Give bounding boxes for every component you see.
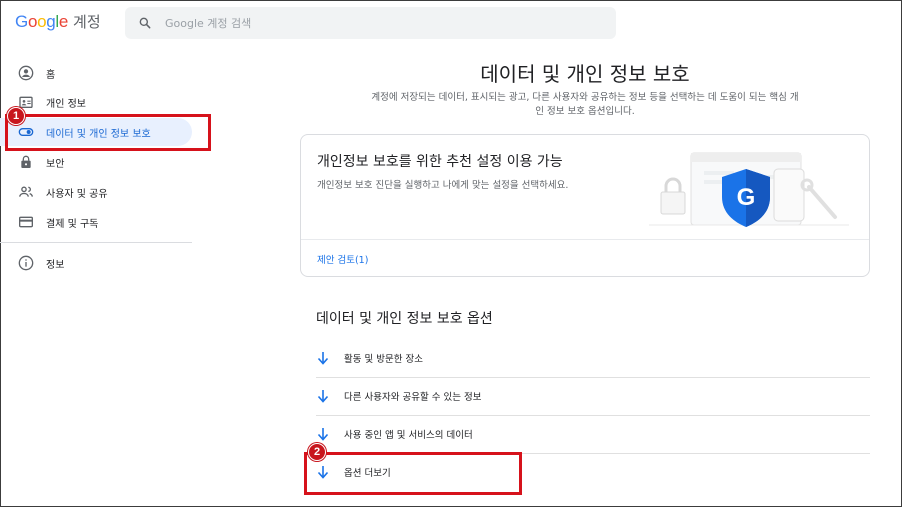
logo-letter: e bbox=[58, 12, 69, 31]
sidebar-item-people-sharing[interactable]: 사용자 및 공유 bbox=[0, 178, 192, 206]
option-label: 사용 중인 앱 및 서비스의 데이터 bbox=[344, 430, 473, 441]
callout-badge-1: 1 bbox=[7, 107, 25, 125]
sidebar-item-home[interactable]: 홈 bbox=[0, 59, 192, 87]
callout-highlight-more-options bbox=[304, 452, 522, 495]
sidebar-item-security[interactable]: 보안 bbox=[0, 148, 192, 176]
logo-letter: G bbox=[15, 12, 28, 31]
page-description: 계정에 저장되는 데이터, 표시되는 광고, 다른 사용자와 공유하는 정보 등… bbox=[371, 92, 799, 117]
sidebar-item-label: 결제 및 구독 bbox=[46, 218, 99, 230]
sidebar-divider bbox=[0, 242, 192, 243]
sidebar-item-personal-info[interactable]: 개인 정보 bbox=[0, 88, 192, 116]
lock-icon bbox=[17, 153, 35, 171]
callout-highlight-data-privacy bbox=[5, 114, 211, 151]
google-account-logo[interactable]: Google 계정 bbox=[15, 11, 101, 35]
sidebar-item-label: 개인 정보 bbox=[46, 98, 86, 110]
people-icon bbox=[17, 183, 35, 201]
card-title: 개인정보 보호를 위한 추천 설정 이용 가능 bbox=[317, 154, 563, 170]
account-circle-icon bbox=[17, 64, 35, 82]
sidebar-item-about[interactable]: 정보 bbox=[0, 249, 192, 277]
sidebar-item-label: 사용자 및 공유 bbox=[46, 188, 108, 200]
search-icon[interactable] bbox=[125, 7, 165, 39]
privacy-checkup-card: 개인정보 보호를 위한 추천 설정 이용 가능 개인정보 보호 진단을 실행하고… bbox=[300, 134, 870, 277]
sidebar-item-label: 정보 bbox=[46, 259, 65, 271]
sidebar-item-label: 보안 bbox=[46, 158, 65, 170]
option-row-activity[interactable]: 활동 및 방문한 장소 bbox=[316, 339, 870, 377]
info-icon bbox=[17, 254, 35, 272]
credit-card-icon bbox=[17, 213, 35, 231]
option-row-sharing[interactable]: 다른 사용자와 공유할 수 있는 정보 bbox=[316, 377, 870, 415]
arrow-down-icon bbox=[316, 427, 330, 441]
account-label: 계정 bbox=[73, 13, 101, 31]
logo-letter: o bbox=[27, 12, 38, 31]
card-divider bbox=[301, 239, 869, 240]
shield-g-letter: G bbox=[737, 184, 756, 211]
option-label: 활동 및 방문한 장소 bbox=[344, 354, 423, 365]
options-section-title: 데이터 및 개인 정보 보호 옵션 bbox=[316, 311, 493, 327]
arrow-down-icon bbox=[316, 389, 330, 403]
sidebar-item-label: 홈 bbox=[46, 69, 56, 81]
search-input[interactable]: Google 계정 검색 bbox=[165, 15, 251, 31]
search-bar[interactable]: Google 계정 검색 bbox=[125, 7, 616, 39]
arrow-down-icon bbox=[316, 351, 330, 365]
logo-letter: o bbox=[37, 12, 47, 31]
google-wordmark: Google bbox=[15, 12, 68, 32]
page-title: 데이터 및 개인 정보 보호 bbox=[480, 62, 690, 86]
sidebar-item-payments[interactable]: 결제 및 구독 bbox=[0, 208, 192, 236]
card-description: 개인정보 보호 진단을 실행하고 나에게 맞는 설정을 선택하세요. bbox=[317, 180, 569, 191]
option-label: 다른 사용자와 공유할 수 있는 정보 bbox=[344, 392, 482, 403]
privacy-shield-illustration: G bbox=[649, 152, 849, 227]
review-suggestions-link[interactable]: 제안 검토(1) bbox=[317, 252, 368, 266]
option-row-app-data[interactable]: 사용 중인 앱 및 서비스의 데이터 bbox=[316, 415, 870, 453]
callout-badge-2: 2 bbox=[308, 443, 326, 461]
